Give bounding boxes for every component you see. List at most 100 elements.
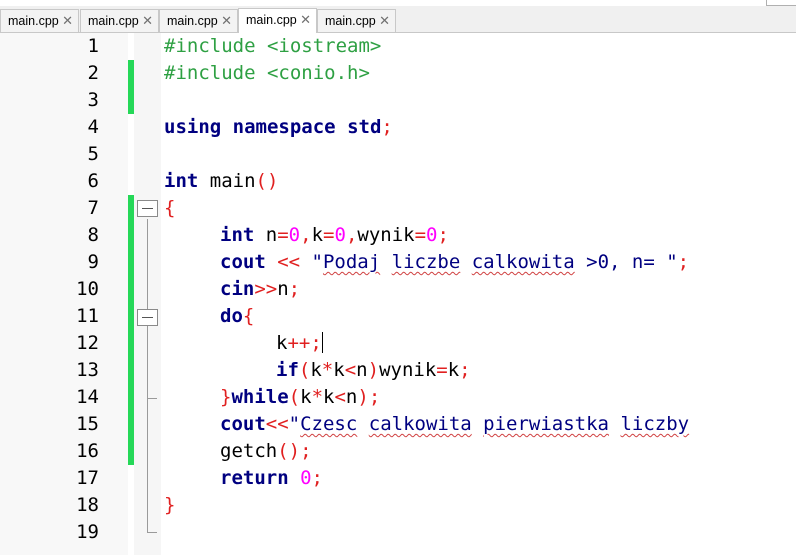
close-icon[interactable]: ✕ (142, 10, 153, 32)
code-line-18: } (164, 492, 175, 519)
code-line-17: return 0; (220, 465, 323, 492)
tab-bar-top-strip (0, 0, 796, 6)
identifier: n (345, 386, 358, 408)
identifier: n (277, 278, 289, 300)
number-literal: 0 (288, 224, 301, 246)
operator: , (300, 224, 312, 246)
number-literal: 0 (334, 224, 346, 246)
tab-bar: main.cpp ✕ main.cpp ✕ main.cpp ✕ main.cp… (0, 0, 796, 33)
keyword: int (164, 170, 199, 192)
keyword: int (220, 224, 255, 246)
line-number: 17 (76, 467, 99, 489)
spellcheck-word: liczbe (391, 251, 461, 273)
window-corner-box (766, 0, 796, 6)
line-number: 5 (87, 143, 99, 165)
line-number: 9 (87, 251, 99, 273)
line-number: 6 (87, 170, 99, 192)
code-line-15: cout<<"Czesc calkowita pierwiastka liczb… (220, 411, 689, 438)
tab-main-cpp-5[interactable]: main.cpp ✕ (317, 9, 396, 32)
code-line-1: #include <iostream> (164, 33, 381, 60)
code-line-8: int n=0,k=0,wynik=0; (220, 222, 449, 249)
spellcheck-word: calkowita (368, 413, 472, 435)
identifier: getch (220, 440, 278, 462)
identifier: wynik (379, 359, 437, 381)
operator: , (345, 224, 358, 246)
identifier: k (310, 359, 322, 381)
line-number: 8 (87, 224, 99, 246)
identifier: n (254, 224, 278, 246)
fold-end-tick (147, 398, 157, 399)
identifier: k (333, 359, 345, 381)
close-icon[interactable]: ✕ (62, 10, 73, 32)
string-literal (380, 251, 391, 273)
operator: ; (459, 359, 471, 381)
keyword: using (164, 116, 222, 138)
preprocessor-directive: #include <conio.h> (164, 62, 370, 84)
string-literal (460, 251, 471, 273)
collapse-icon (142, 317, 153, 318)
code-line-4: using namespace std; (164, 114, 393, 141)
code-line-16: getch(); (220, 438, 312, 465)
line-number: 7 (87, 197, 99, 219)
close-icon[interactable]: ✕ (300, 9, 311, 31)
tab-main-cpp-2[interactable]: main.cpp ✕ (80, 9, 159, 32)
tab-main-cpp-3[interactable]: main.cpp ✕ (159, 9, 238, 32)
identifier: wynik (357, 224, 415, 246)
identifier: n (356, 359, 368, 381)
operator: ; (437, 224, 449, 246)
operator: ; (677, 251, 690, 273)
keyword: cout (220, 413, 266, 435)
line-number: 10 (76, 278, 99, 300)
operator: * (311, 386, 324, 408)
line-number: 14 (76, 386, 99, 408)
operator: * (321, 359, 334, 381)
code-line-6: int main() (164, 168, 278, 195)
line-number: 19 (76, 521, 99, 543)
text-caret (321, 332, 323, 353)
tab-label: main.cpp (167, 14, 218, 28)
operator: < (334, 386, 346, 408)
code-line-12: k++; (276, 330, 323, 357)
string-literal (609, 413, 620, 435)
spellcheck-word: pierwiastka (483, 413, 610, 435)
keyword: namespace (232, 116, 336, 138)
identifier: k (447, 359, 460, 381)
collapse-icon (142, 208, 153, 209)
close-icon[interactable]: ✕ (379, 10, 390, 32)
tab-label: main.cpp (325, 14, 376, 28)
line-number: 1 (87, 35, 99, 57)
tab-label: main.cpp (246, 13, 297, 27)
operator: << (265, 251, 301, 273)
operator: ); (357, 386, 381, 408)
code-line-2: #include <conio.h> (164, 60, 370, 87)
fold-toggle-do[interactable] (137, 309, 158, 326)
tab-main-cpp-1[interactable]: main.cpp ✕ (0, 9, 79, 32)
tab-main-cpp-4-active[interactable]: main.cpp ✕ (238, 8, 317, 33)
code-line-10: cin>>n; (220, 276, 300, 303)
keyword: cout (220, 251, 266, 273)
code-editor[interactable]: 1 2 3 4 5 6 7 8 9 10 11 12 13 14 15 16 1… (0, 33, 796, 555)
line-number: 16 (76, 440, 99, 462)
operator: = (436, 359, 448, 381)
line-number: 15 (76, 413, 99, 435)
identifier: k (276, 332, 288, 354)
fold-toggle-main[interactable] (137, 200, 158, 217)
close-icon[interactable]: ✕ (221, 10, 232, 32)
code-line-7: { (164, 195, 175, 222)
code-line-9: cout << "Podaj liczbe calkowita >0, n= "… (220, 249, 689, 276)
code-line-13: if(k*k<n)wynik=k; (276, 357, 471, 384)
fold-line (147, 219, 148, 532)
string-literal (472, 413, 483, 435)
operator: << (265, 413, 289, 435)
preprocessor-directive: #include <iostream> (164, 35, 382, 57)
operator: ) (367, 359, 380, 381)
operator: } (164, 494, 176, 516)
line-number: 3 (87, 89, 99, 111)
tab-label: main.cpp (8, 14, 59, 28)
line-number: 11 (76, 305, 99, 327)
operator: = (323, 224, 335, 246)
string-literal (357, 413, 368, 435)
spellcheck-word: calkowita (471, 251, 575, 273)
string-literal: " (300, 251, 323, 273)
